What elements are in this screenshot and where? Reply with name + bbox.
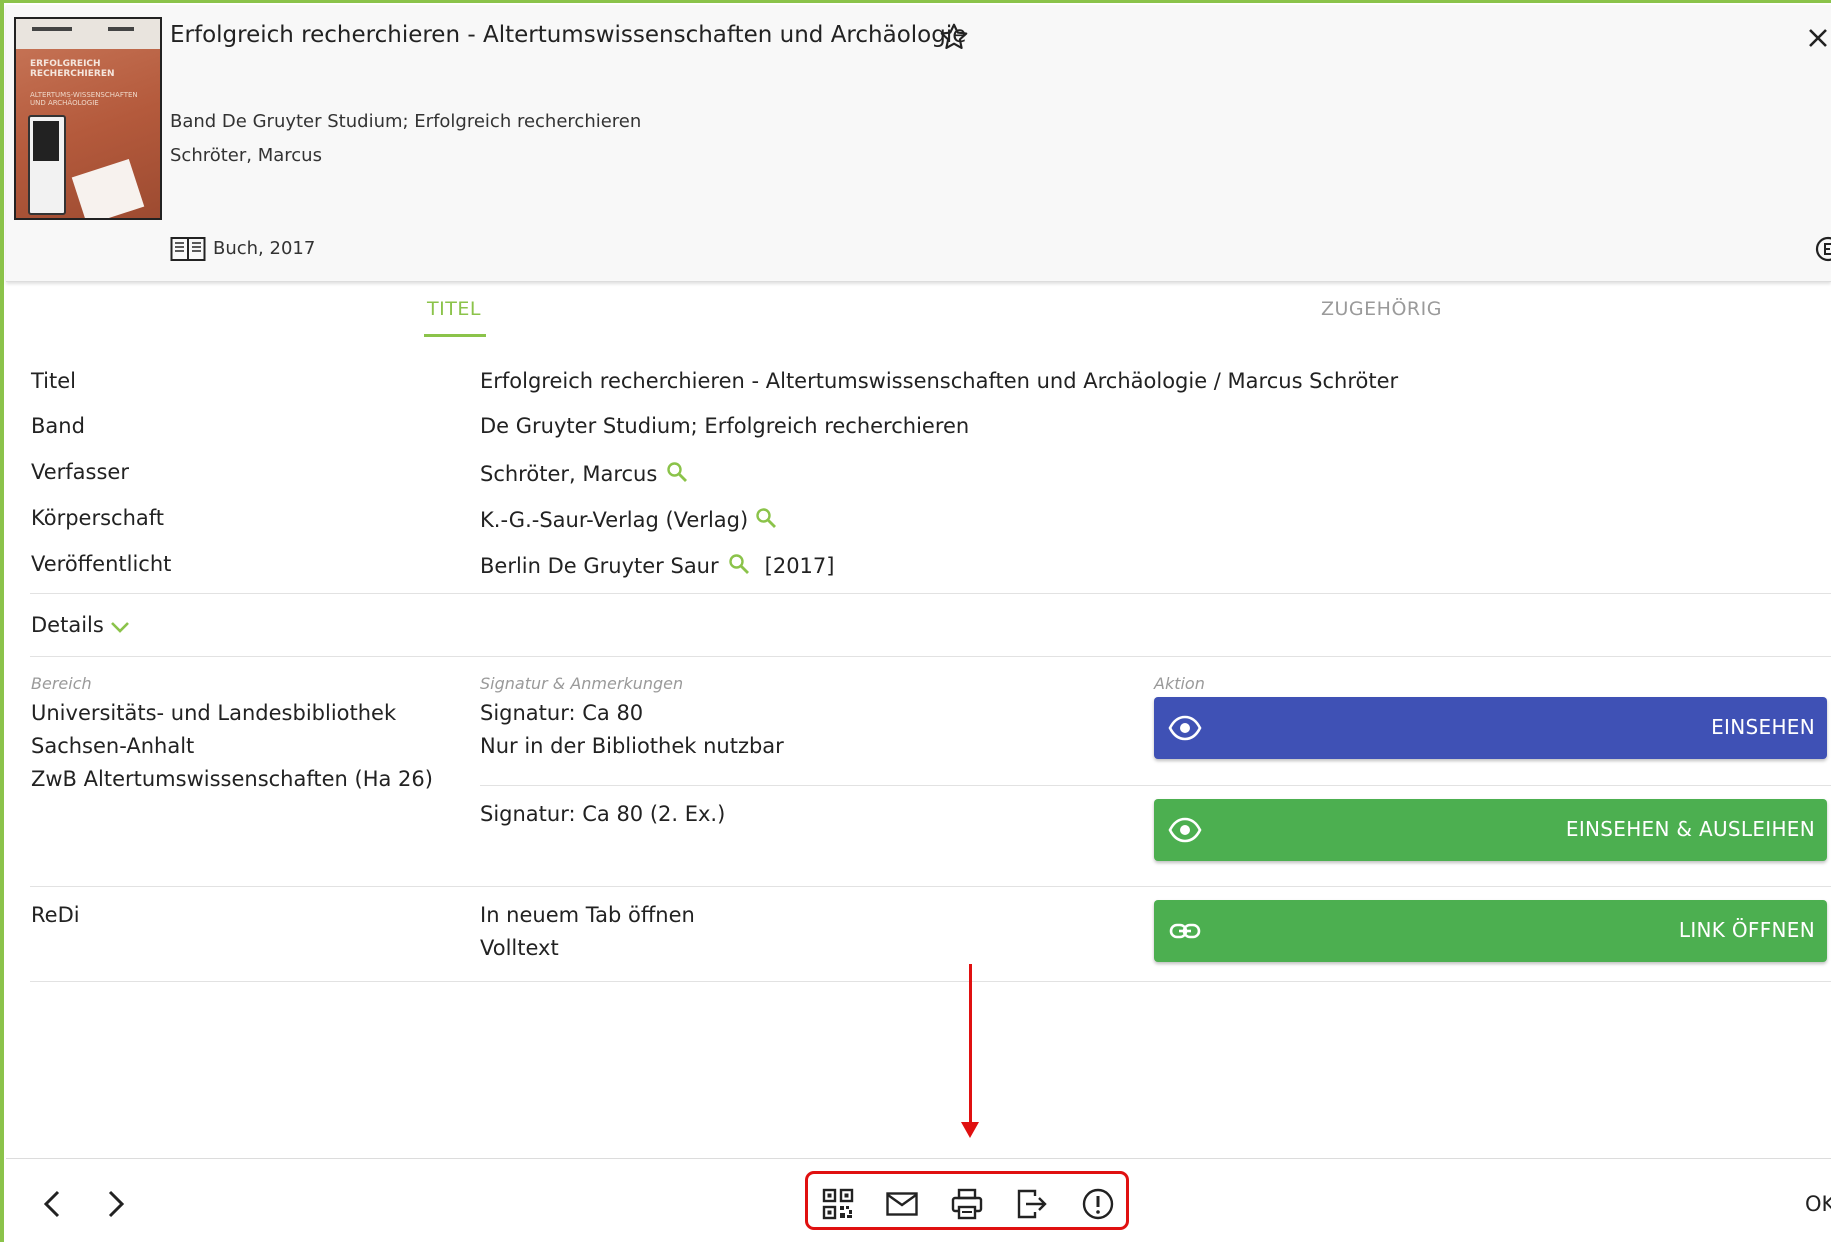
tab-zugehoerig[interactable]: ZUGEHÖRIG bbox=[1321, 298, 1442, 320]
report-problem-icon[interactable] bbox=[1081, 1187, 1115, 1221]
details-toggle[interactable]: Details bbox=[31, 613, 104, 637]
field-value-band: De Gruyter Studium; Erfolgreich recherch… bbox=[480, 414, 970, 438]
field-label-veroeffentlicht: Veröffentlicht bbox=[31, 552, 172, 576]
field-value-titel: Erfolgreich recherchieren - Altertumswis… bbox=[480, 369, 1399, 393]
area-line-3: ZwB Altertumswissenschaften (Ha 26) bbox=[31, 767, 433, 791]
field-value-veroeffentlicht: Berlin De Gruyter Saur [2017] bbox=[480, 552, 834, 578]
book-icon bbox=[170, 237, 206, 261]
field-label-titel: Titel bbox=[31, 369, 77, 393]
annotation-arrow-head bbox=[961, 1122, 979, 1138]
qr-code-icon[interactable] bbox=[821, 1187, 855, 1221]
eye-icon bbox=[1168, 715, 1202, 741]
link-oeffnen-button[interactable]: LINK ÖFFNEN bbox=[1154, 900, 1827, 962]
search-icon[interactable] bbox=[754, 506, 778, 530]
einsehen-ausleihen-button[interactable]: EINSEHEN & AUSLEIHEN bbox=[1154, 799, 1827, 861]
book-cover: ERFOLGREICH RECHERCHIEREN ALTERTUMS-WISS… bbox=[14, 17, 162, 220]
mail-icon[interactable] bbox=[885, 1187, 919, 1221]
eye-icon bbox=[1168, 817, 1202, 843]
redi-line-1: In neuem Tab öffnen bbox=[480, 903, 695, 927]
record-author: Schröter, Marcus bbox=[170, 145, 322, 166]
einsehen-button[interactable]: EINSEHEN bbox=[1154, 697, 1827, 759]
ok-button[interactable]: OK bbox=[1805, 1192, 1831, 1216]
field-label-verfasser: Verfasser bbox=[31, 460, 129, 484]
tab-titel[interactable]: TITEL bbox=[427, 298, 481, 320]
chevron-left-icon[interactable] bbox=[38, 1186, 68, 1222]
einsehen-ausleihen-button-label: EINSEHEN & AUSLEIHEN bbox=[1565, 817, 1815, 841]
search-icon[interactable] bbox=[727, 552, 751, 576]
redi-label: ReDi bbox=[31, 903, 80, 927]
divider bbox=[30, 593, 1831, 594]
divider bbox=[480, 785, 1831, 786]
export-icon[interactable] bbox=[1015, 1187, 1049, 1221]
record-type-year: Buch, 2017 bbox=[213, 238, 316, 259]
field-value-verfasser: Schröter, Marcus bbox=[480, 460, 689, 486]
citation-icon[interactable] bbox=[1813, 234, 1831, 264]
record-series: Band De Gruyter Studium; Erfolgreich rec… bbox=[170, 111, 642, 132]
redi-line-2: Volltext bbox=[480, 936, 559, 960]
divider bbox=[30, 981, 1831, 982]
record-title: Erfolgreich recherchieren - Altertumswis… bbox=[170, 22, 967, 48]
link-icon bbox=[1169, 923, 1201, 939]
star-icon[interactable] bbox=[938, 21, 970, 53]
copy2-signature: Signatur: Ca 80 (2. Ex.) bbox=[480, 802, 726, 826]
chevron-down-icon[interactable] bbox=[110, 620, 130, 634]
area-line-2: Sachsen-Anhalt bbox=[31, 734, 195, 758]
column-header-area: Bereich bbox=[31, 674, 92, 693]
publication-year: [2017] bbox=[764, 554, 835, 578]
close-icon[interactable] bbox=[1806, 26, 1830, 50]
corporate-link[interactable]: K.-G.-Saur-Verlag (Verlag) bbox=[480, 508, 748, 532]
chevron-right-icon[interactable] bbox=[100, 1186, 130, 1222]
area-line-1: Universitäts- und Landesbibliothek bbox=[31, 701, 397, 725]
copy1-signature: Signatur: Ca 80 bbox=[480, 701, 644, 725]
footer-divider bbox=[6, 1158, 1831, 1159]
link-oeffnen-button-label: LINK ÖFFNEN bbox=[1678, 918, 1815, 942]
active-tab-indicator bbox=[424, 334, 486, 337]
annotation-arrow bbox=[969, 964, 972, 1124]
column-header-signature: Signatur & Anmerkungen bbox=[480, 674, 684, 693]
column-header-action: Aktion bbox=[1154, 674, 1205, 693]
copy1-note: Nur in der Bibliothek nutzbar bbox=[480, 734, 784, 758]
field-label-band: Band bbox=[31, 414, 85, 438]
divider bbox=[30, 886, 1831, 887]
divider bbox=[30, 656, 1831, 657]
author-link[interactable]: Schröter, Marcus bbox=[480, 462, 657, 486]
einsehen-button-label: EINSEHEN bbox=[1711, 715, 1815, 739]
print-icon[interactable] bbox=[950, 1187, 984, 1221]
field-value-koerperschaft: K.-G.-Saur-Verlag (Verlag) bbox=[480, 506, 778, 532]
field-label-koerperschaft: Körperschaft bbox=[31, 506, 165, 530]
search-icon[interactable] bbox=[665, 460, 689, 484]
publisher-link[interactable]: Berlin De Gruyter Saur bbox=[480, 554, 719, 578]
